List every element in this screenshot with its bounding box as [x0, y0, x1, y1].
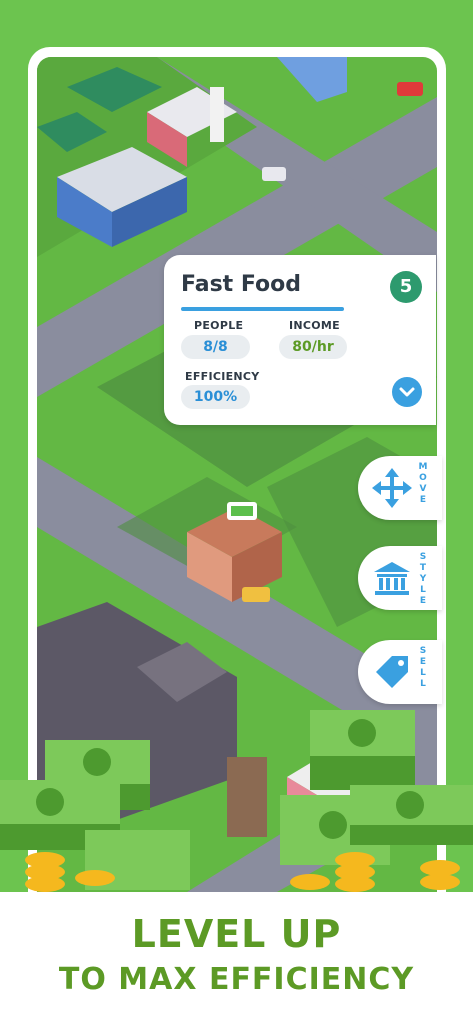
- expand-button[interactable]: [392, 377, 422, 407]
- title-underline: [181, 307, 344, 311]
- style-button[interactable]: STYLE: [358, 546, 442, 610]
- level-badge: 5: [390, 271, 422, 303]
- income-value: 80/hr: [279, 335, 347, 359]
- promo-subheadline: TO MAX EFFICIENCY: [58, 962, 415, 997]
- chevron-down-icon: [399, 387, 415, 397]
- move-arrows-icon: [372, 468, 412, 508]
- building-info-card: Fast Food 5 PEOPLE 8/8 INCOME 80/hr EFFI…: [164, 255, 436, 425]
- move-button[interactable]: MOVE: [358, 456, 442, 520]
- move-label: MOVE: [418, 462, 428, 505]
- people-value: 8/8: [181, 335, 250, 359]
- efficiency-value: 100%: [181, 385, 250, 409]
- people-label: PEOPLE: [194, 319, 244, 332]
- money-stacks-decoration: [0, 710, 473, 892]
- promo-headline: LEVEL UP: [131, 912, 342, 956]
- style-label: STYLE: [419, 552, 427, 606]
- building-title: Fast Food: [181, 272, 301, 297]
- sell-label: SELL: [419, 646, 427, 689]
- efficiency-label: EFFICIENCY: [185, 370, 260, 383]
- price-tag-icon: [376, 656, 408, 688]
- sell-button[interactable]: SELL: [358, 640, 442, 704]
- income-label: INCOME: [289, 319, 340, 332]
- bank-building-icon: [374, 562, 410, 595]
